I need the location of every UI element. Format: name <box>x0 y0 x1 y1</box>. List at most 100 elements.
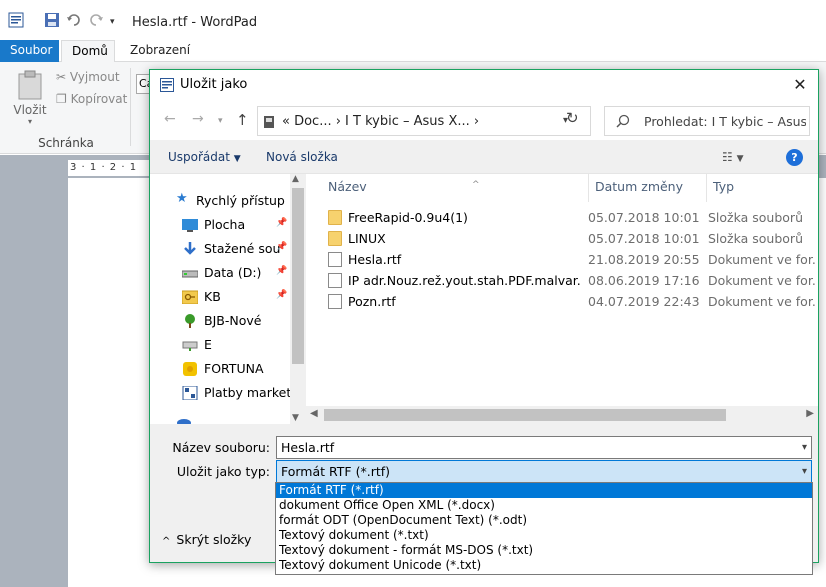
save-icon[interactable] <box>44 12 60 31</box>
column-header-type[interactable]: Typ <box>706 174 818 202</box>
file-list-hscrollbar[interactable]: ◀ ▶ <box>306 406 818 424</box>
file-row[interactable]: Hesla.rtf 21.08.2019 20:55 Dokument ve f… <box>306 249 818 270</box>
hide-folders-button[interactable]: ^ Skrýt složky <box>162 532 251 547</box>
address-bar[interactable]: « Doc... › I T kybic – Asus X... › ▾ <box>257 106 591 136</box>
column-header-name[interactable]: Název ^ <box>328 174 480 202</box>
filetype-select[interactable]: Formát RTF (*.rtf) ▾ <box>276 460 812 483</box>
computer-icon <box>263 115 275 132</box>
dialog-title: Uložit jako <box>180 77 248 92</box>
new-folder-button[interactable]: Nová složka <box>266 150 338 164</box>
nav-item-label: KB <box>204 289 221 304</box>
scroll-left-icon[interactable]: ◀ <box>310 408 318 419</box>
chevron-down-icon: ▼ <box>736 154 744 164</box>
organize-button[interactable]: Uspořádat ▼ <box>168 150 241 164</box>
nav-item-quick-access[interactable]: ★ Rychlý přístup <box>150 190 290 212</box>
nav-item-label: FORTUNA <box>204 361 264 376</box>
nav-item-e[interactable]: E <box>150 334 290 356</box>
nav-item-label: Plocha <box>204 217 246 232</box>
chevron-down-icon[interactable]: ▾ <box>802 442 807 453</box>
filetype-label: Uložit jako typ: <box>176 464 270 479</box>
filetype-row: Uložit jako typ: Formát RTF (*.rtf) ▾ <box>150 460 818 484</box>
cut-button[interactable]: ✂ Vyjmout <box>56 70 120 84</box>
search-box[interactable]: Prohledat: I T kybic – Asus... <box>604 106 810 136</box>
nav-pane-scrollbar[interactable]: ▲ ▼ <box>290 174 306 424</box>
copy-button[interactable]: ❐ Kopírovat <box>56 92 127 106</box>
filetype-option[interactable]: Formát RTF (*.rtf) <box>276 483 812 498</box>
file-name: Hesla.rtf <box>348 252 402 267</box>
nav-item-partial[interactable] <box>150 410 290 424</box>
undo-icon[interactable] <box>66 12 82 31</box>
browser-panes: ★ Rychlý přístup Plocha 📌 Stažené sou 📌 … <box>150 174 818 424</box>
copy-label: Kopírovat <box>70 92 128 106</box>
clipboard-icon <box>18 70 42 100</box>
file-date: 21.08.2019 20:55 <box>588 252 700 267</box>
scrollbar-thumb[interactable] <box>324 409 726 421</box>
scroll-right-icon[interactable]: ▶ <box>806 408 814 419</box>
filetype-option[interactable]: Textový dokument (*.txt) <box>276 528 812 543</box>
filename-row: Název souboru: Hesla.rtf ▾ <box>150 436 818 460</box>
sort-ascending-icon: ^ <box>472 180 480 190</box>
ribbon-divider <box>130 68 131 146</box>
paste-button[interactable]: Vložit ▾ <box>10 70 50 126</box>
scroll-up-icon[interactable]: ▲ <box>292 174 299 184</box>
tab-home[interactable]: Domů <box>61 40 115 63</box>
nav-item-label: Data (D:) <box>204 265 262 280</box>
nav-item-fortuna[interactable]: FORTUNA <box>150 358 290 380</box>
file-type: Složka souborů <box>708 231 803 246</box>
chevron-down-icon[interactable]: ▾ <box>802 466 807 477</box>
filetype-dropdown-list: Formát RTF (*.rtf) dokument Office Open … <box>275 482 813 575</box>
column-header-date[interactable]: Datum změny <box>588 174 706 202</box>
nav-item-kb[interactable]: KB 📌 <box>150 286 290 308</box>
ruler: 3 · 1 · 2 · 1 <box>68 160 158 176</box>
file-row[interactable]: IP adr.Nouz.rež.yout.stah.PDF.malvar... … <box>306 270 818 291</box>
scrollbar-thumb[interactable] <box>292 188 304 364</box>
filename-value[interactable]: Hesla.rtf <box>281 440 334 455</box>
chevron-down-icon: ▼ <box>233 154 241 164</box>
address-path[interactable]: « Doc... › I T kybic – Asus X... › <box>282 114 479 129</box>
wordpad-dialog-icon <box>160 78 174 95</box>
filetype-option[interactable]: Textový dokument Unicode (*.txt) <box>276 558 812 573</box>
tab-view[interactable]: Zobrazení <box>120 40 200 62</box>
network-drive-icon <box>182 338 198 352</box>
file-name: IP adr.Nouz.rež.yout.stah.PDF.malvar... <box>348 273 582 288</box>
cut-label: Vyjmout <box>69 70 120 84</box>
file-name: LINUX <box>348 231 386 246</box>
filename-field[interactable]: Hesla.rtf ▾ <box>276 436 812 459</box>
filetype-option[interactable]: Textový dokument - formát MS-DOS (*.txt) <box>276 543 812 558</box>
chevron-up-icon: ^ <box>162 536 171 547</box>
forward-button[interactable]: → <box>192 111 204 127</box>
font-family-box[interactable]: Ca <box>136 74 150 94</box>
close-button[interactable]: ✕ <box>782 70 818 100</box>
customize-qat-icon[interactable]: ▾ <box>110 17 115 27</box>
document-icon <box>328 252 342 267</box>
nav-item-platby-markety[interactable]: Platby markety <box>150 382 299 404</box>
file-row[interactable]: FreeRapid-0.9u4(1) 05.07.2018 10:01 Slož… <box>306 207 818 228</box>
nav-item-data-drive[interactable]: Data (D:) 📌 <box>150 262 290 284</box>
file-row[interactable]: Pozn.rtf 04.07.2019 22:43 Dokument ve fo… <box>306 291 818 312</box>
details-view-icon: ☷ <box>722 150 733 164</box>
nav-item-downloads[interactable]: Stažené sou 📌 <box>150 238 290 260</box>
redo-icon[interactable] <box>88 12 104 31</box>
help-button[interactable]: ? <box>786 149 803 166</box>
document-icon <box>328 273 342 288</box>
file-type: Složka souborů <box>708 210 803 225</box>
tab-file[interactable]: Soubor <box>0 40 59 62</box>
filetype-option[interactable]: formát ODT (OpenDocument Text) (*.odt) <box>276 513 812 528</box>
nav-item-bjb-nove[interactable]: BJB-Nové <box>150 310 290 332</box>
view-options-button[interactable]: ☷ ▼ <box>722 150 744 164</box>
nav-item-label: E <box>204 337 212 352</box>
file-type: Dokument ve for... <box>708 294 816 309</box>
close-icon: ✕ <box>793 75 807 94</box>
recent-locations-button[interactable]: ▾ <box>218 116 223 126</box>
file-name: FreeRapid-0.9u4(1) <box>348 210 468 225</box>
nav-item-desktop[interactable]: Plocha 📌 <box>150 214 290 236</box>
wordpad-app-icon[interactable] <box>8 12 24 31</box>
filetype-option[interactable]: dokument Office Open XML (*.docx) <box>276 498 812 513</box>
file-row[interactable]: LINUX 05.07.2018 10:01 Složka souborů <box>306 228 818 249</box>
clipboard-group-label: Schránka <box>38 136 94 150</box>
back-button[interactable]: ← <box>164 111 176 127</box>
up-button[interactable]: ↑ <box>236 111 249 129</box>
scroll-down-icon[interactable]: ▼ <box>292 413 299 423</box>
refresh-button[interactable]: ↻ <box>566 109 579 127</box>
dialog-toolbar: Uspořádat ▼ Nová složka ☷ ▼ ? <box>150 140 818 174</box>
